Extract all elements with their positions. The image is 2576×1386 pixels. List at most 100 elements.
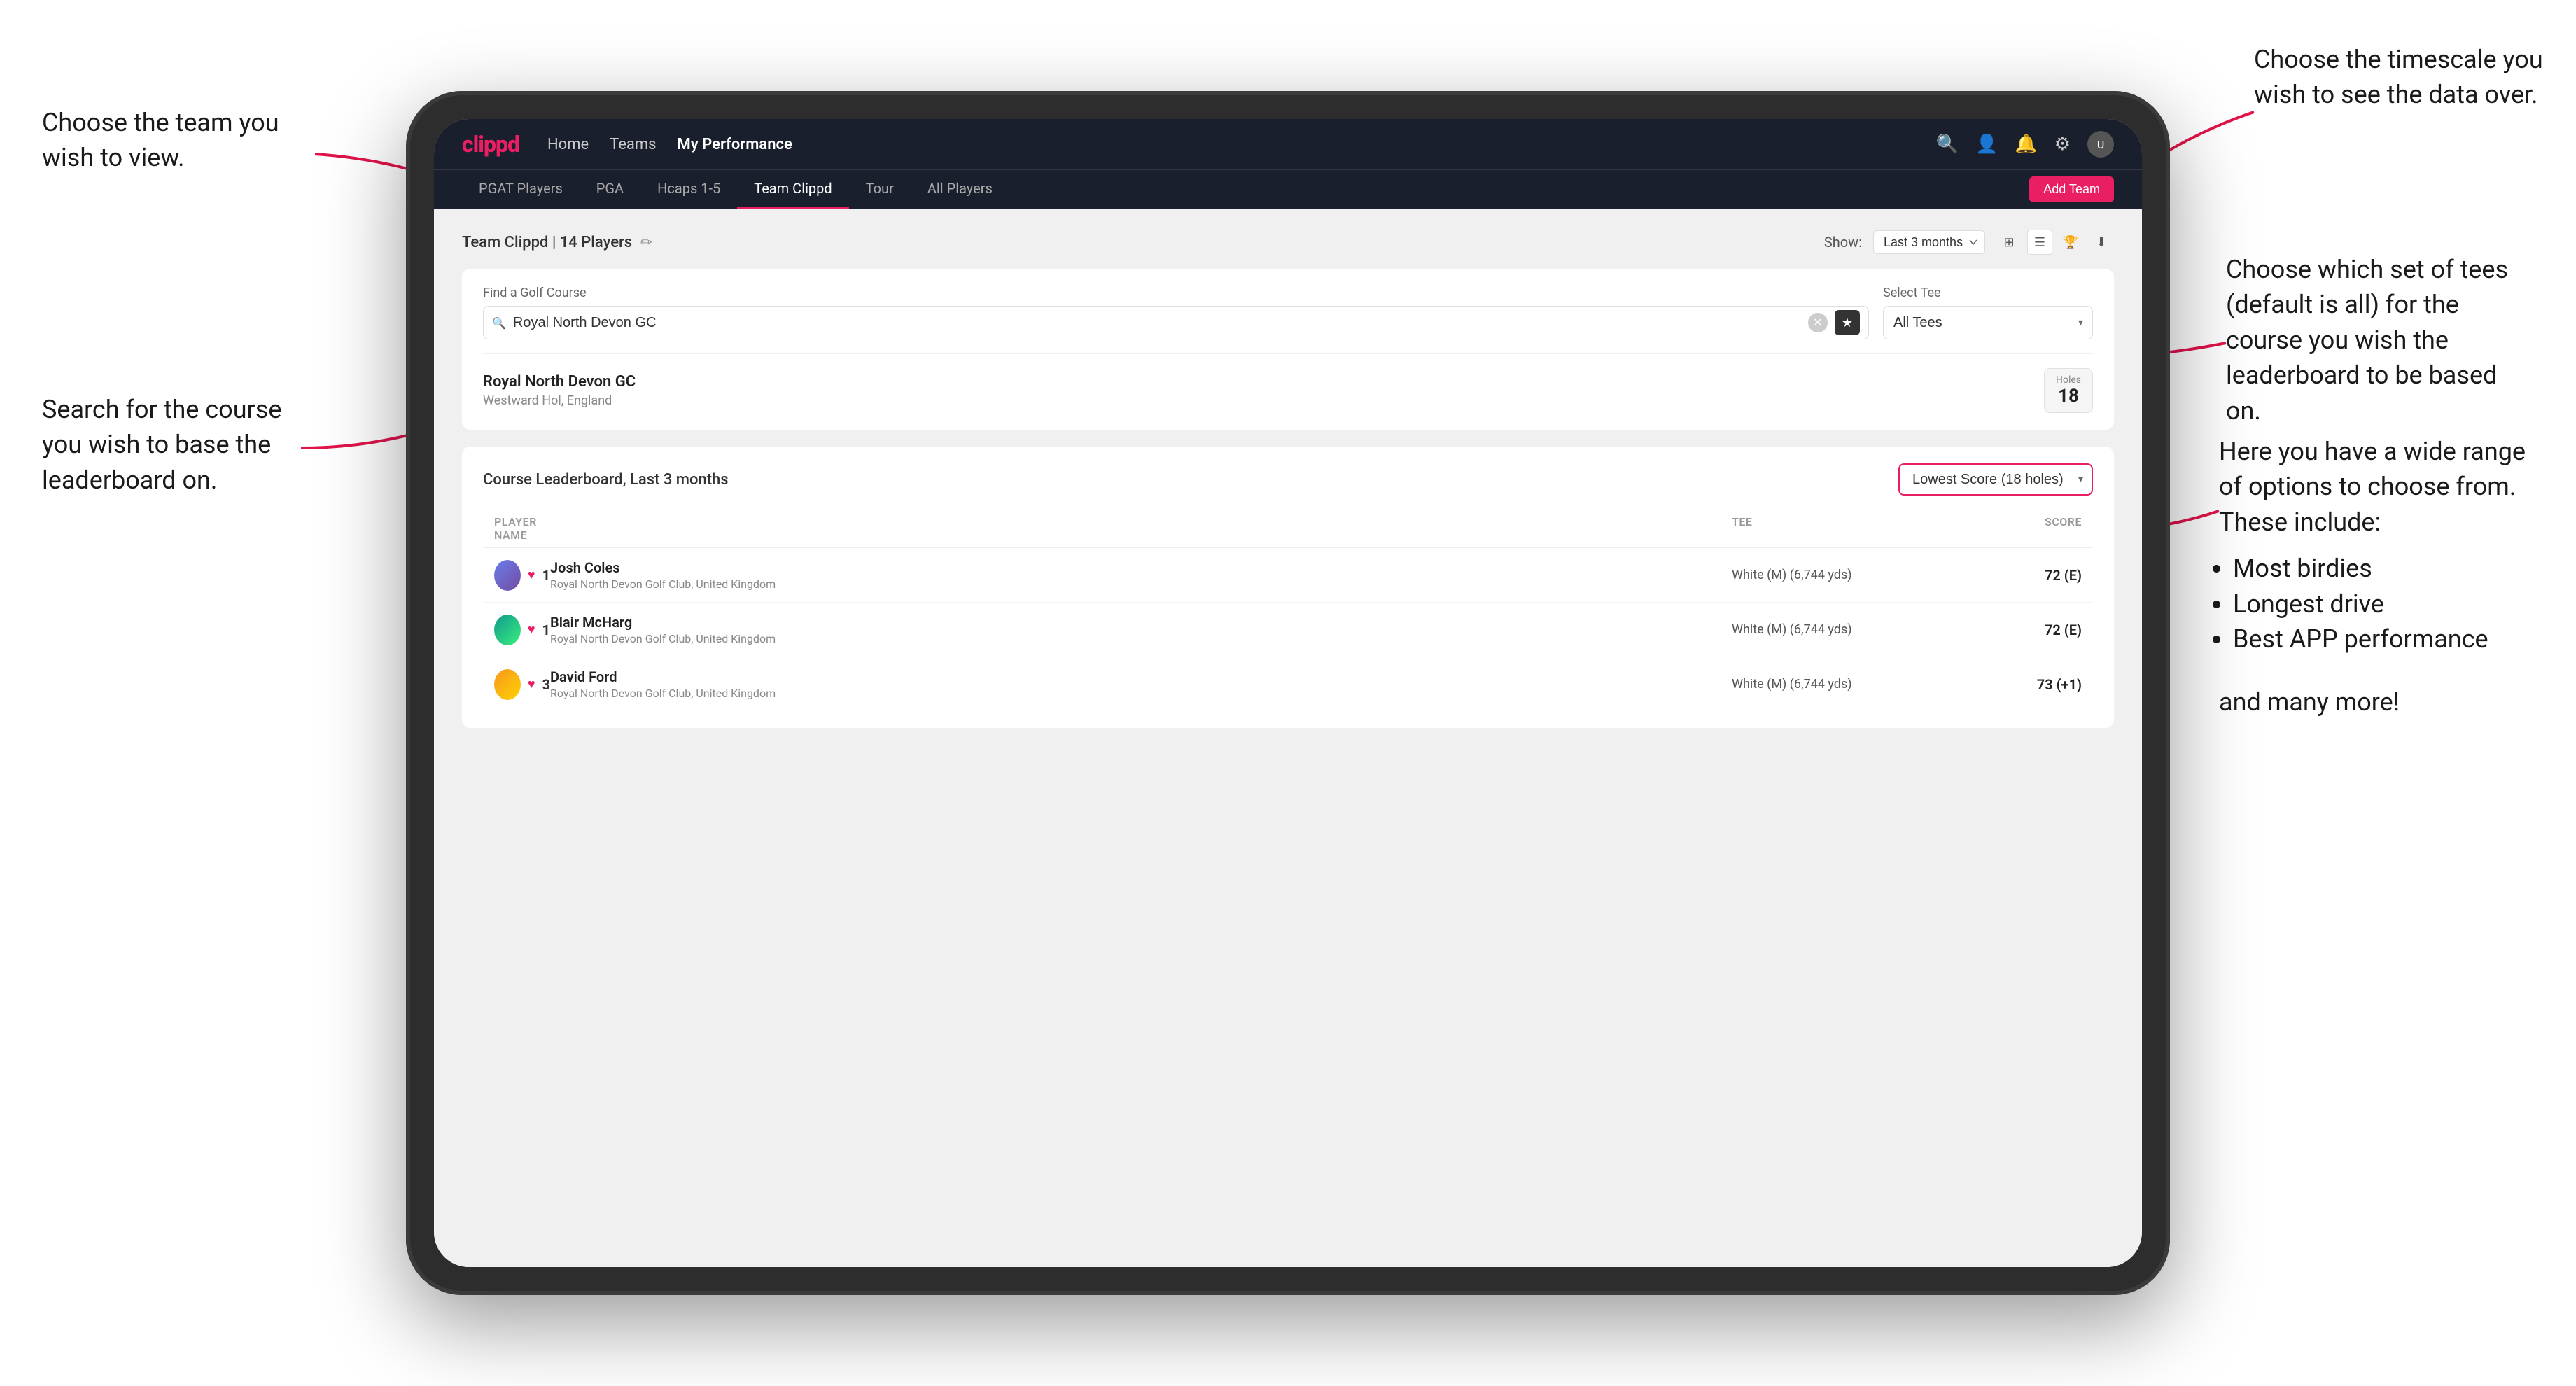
search-icon[interactable]: 🔍 <box>1936 134 1959 155</box>
player-name-cell-1: Josh Coles Royal North Devon Golf Club, … <box>550 559 1732 591</box>
score-cell-2: 72 (E) <box>1942 622 2082 638</box>
nav-links: Home Teams My Performance <box>547 136 792 153</box>
player-rank-cell-1: ♥ 1 <box>494 560 550 591</box>
heart-icon-1: ♥ <box>528 568 536 582</box>
annotation-mid-right: Choose which set of tees (default is all… <box>2226 252 2534 428</box>
course-result-info: Royal North Devon GC Westward Hol, Engla… <box>483 373 2044 408</box>
player-name-1: Josh Coles <box>550 559 1732 576</box>
tab-team-clippd[interactable]: Team Clippd <box>737 170 848 209</box>
player-avatar-1 <box>494 560 521 591</box>
player-rank-cell-2: ♥ 1 <box>494 615 550 645</box>
bullet-2: Longest drive <box>2233 587 2534 622</box>
player-avatar-2 <box>494 615 521 645</box>
leaderboard-card: Course Leaderboard, Last 3 months Lowest… <box>462 447 2114 728</box>
player-name-2: Blair McHarg <box>550 614 1732 631</box>
heart-icon-2: ♥ <box>528 622 536 637</box>
leaderboard-dropdown-wrapper: Lowest Score (18 holes) Most Birdies Lon… <box>1898 463 2093 496</box>
player-avatar-3 <box>494 669 521 700</box>
find-course-label: Find a Golf Course <box>483 286 1869 300</box>
show-dropdown[interactable]: Last 3 months Last 6 months Last year <box>1873 230 1985 254</box>
edit-icon[interactable]: ✏ <box>640 234 652 251</box>
team-header-bar: Team Clippd | 14 Players ✏ Show: Last 3 … <box>462 230 2114 255</box>
nav-link-teams[interactable]: Teams <box>610 136 656 153</box>
score-cell-3: 73 (+1) <box>1942 676 2082 693</box>
course-search-section: Find a Golf Course 🔍 ✕ ★ Select Tee Al <box>483 286 2093 340</box>
player-name-cell-2: Blair McHarg Royal North Devon Golf Club… <box>550 614 1732 645</box>
tee-select[interactable]: All Tees White Yellow Red <box>1883 306 2093 340</box>
tab-hcaps[interactable]: Hcaps 1-5 <box>640 170 737 209</box>
tab-all-players[interactable]: All Players <box>911 170 1009 209</box>
search-clear-button[interactable]: ✕ <box>1808 313 1828 332</box>
grid-view-btn[interactable]: ⊞ <box>1996 230 2022 255</box>
sub-nav: PGAT Players PGA Hcaps 1-5 Team Clippd T… <box>434 169 2142 209</box>
user-avatar[interactable]: U <box>2087 131 2114 158</box>
tee-select-wrapper: All Tees White Yellow Red ▾ <box>1883 306 2093 340</box>
table-row: ♥ 1 Blair McHarg Royal North Devon Golf … <box>483 603 2093 657</box>
course-result-name: Royal North Devon GC <box>483 373 2044 391</box>
team-title: Team Clippd | 14 Players <box>462 234 632 251</box>
leaderboard-title: Course Leaderboard, Last 3 months <box>483 471 729 489</box>
users-icon[interactable]: 👤 <box>1975 134 1998 155</box>
search-input-wrapper: 🔍 ✕ ★ <box>483 306 1869 340</box>
nav-link-home[interactable]: Home <box>547 136 589 153</box>
course-result-row: Royal North Devon GC Westward Hol, Engla… <box>483 354 2093 413</box>
leaderboard-table: PLAYER NAME TEE SCORE ♥ 1 <box>483 510 2093 711</box>
show-label: Show: <box>1824 234 1862 251</box>
tee-cell-1: White (M) (6,744 yds) <box>1732 568 1942 582</box>
download-icon-btn[interactable]: ⬇ <box>2089 230 2114 255</box>
app-navbar: clippd Home Teams My Performance 🔍 👤 🔔 ⚙… <box>434 119 2142 169</box>
course-search-card: Find a Golf Course 🔍 ✕ ★ Select Tee Al <box>462 269 2114 430</box>
search-icon-small: 🔍 <box>492 316 506 330</box>
select-tee-group: Select Tee All Tees White Yellow Red ▾ <box>1883 286 2093 340</box>
player-name-cell-3: David Ford Royal North Devon Golf Club, … <box>550 668 1732 700</box>
header-score: SCORE <box>1942 515 2082 542</box>
tab-pgat-players[interactable]: PGAT Players <box>462 170 580 209</box>
player-club-3: Royal North Devon Golf Club, United King… <box>550 687 1732 700</box>
course-search-input[interactable] <box>513 315 1801 331</box>
player-club-2: Royal North Devon Golf Club, United King… <box>550 632 1732 645</box>
player-name-3: David Ford <box>550 668 1732 685</box>
and-more-text: and many more! <box>2219 685 2534 720</box>
tablet-frame: clippd Home Teams My Performance 🔍 👤 🔔 ⚙… <box>406 91 2170 1295</box>
team-show-controls: Show: Last 3 months Last 6 months Last y… <box>1824 230 2114 255</box>
tab-pga[interactable]: PGA <box>580 170 640 209</box>
header-tee: TEE <box>1732 515 1942 542</box>
player-club-1: Royal North Devon Golf Club, United King… <box>550 578 1732 591</box>
table-row: ♥ 1 Josh Coles Royal North Devon Golf Cl… <box>483 548 2093 603</box>
holes-value: 18 <box>2056 386 2081 407</box>
annotation-top-left: Choose the team you wish to view. <box>42 105 308 176</box>
rank-num-1: 1 <box>542 567 550 584</box>
settings-icon[interactable]: ⚙ <box>2054 134 2071 155</box>
select-tee-label: Select Tee <box>1883 286 2093 300</box>
add-team-button[interactable]: Add Team <box>2029 176 2114 202</box>
heart-icon-3: ♥ <box>528 677 536 692</box>
avatar-img-3 <box>494 669 521 700</box>
table-header-row: PLAYER NAME TEE SCORE <box>483 510 2093 548</box>
avatar-img-2 <box>494 615 521 645</box>
nav-right: 🔍 👤 🔔 ⚙ U <box>1936 131 2114 158</box>
annotation-mid-left: Search for the course you wish to base t… <box>42 392 294 498</box>
player-rank-cell-3: ♥ 3 <box>494 669 550 700</box>
list-view-btn[interactable]: ☰ <box>2027 230 2052 255</box>
rank-num-2: 1 <box>542 622 550 638</box>
holes-badge: Holes 18 <box>2044 368 2093 413</box>
bullet-1: Most birdies <box>2233 551 2534 586</box>
notification-icon[interactable]: 🔔 <box>2015 134 2037 155</box>
trophy-icon-btn[interactable]: 🏆 <box>2058 230 2083 255</box>
tablet-screen: clippd Home Teams My Performance 🔍 👤 🔔 ⚙… <box>434 119 2142 1267</box>
tab-tour[interactable]: Tour <box>849 170 911 209</box>
annotation-top-right: Choose the timescale you wish to see the… <box>2254 42 2548 113</box>
main-content: Team Clippd | 14 Players ✏ Show: Last 3 … <box>434 209 2142 1267</box>
search-star-button[interactable]: ★ <box>1835 310 1860 335</box>
annotation-bottom-right: Here you have a wide range of options to… <box>2219 434 2534 720</box>
nav-link-my-performance[interactable]: My Performance <box>678 136 792 153</box>
app-logo: clippd <box>462 131 519 158</box>
bullet-3: Best APP performance <box>2233 622 2534 657</box>
tee-cell-2: White (M) (6,744 yds) <box>1732 622 1942 637</box>
leaderboard-dropdown[interactable]: Lowest Score (18 holes) Most Birdies Lon… <box>1898 463 2093 496</box>
tee-cell-3: White (M) (6,744 yds) <box>1732 677 1942 692</box>
score-cell-1: 72 (E) <box>1942 567 2082 584</box>
holes-label: Holes <box>2056 374 2081 386</box>
find-course-group: Find a Golf Course 🔍 ✕ ★ <box>483 286 1869 340</box>
course-result-location: Westward Hol, England <box>483 393 2044 408</box>
